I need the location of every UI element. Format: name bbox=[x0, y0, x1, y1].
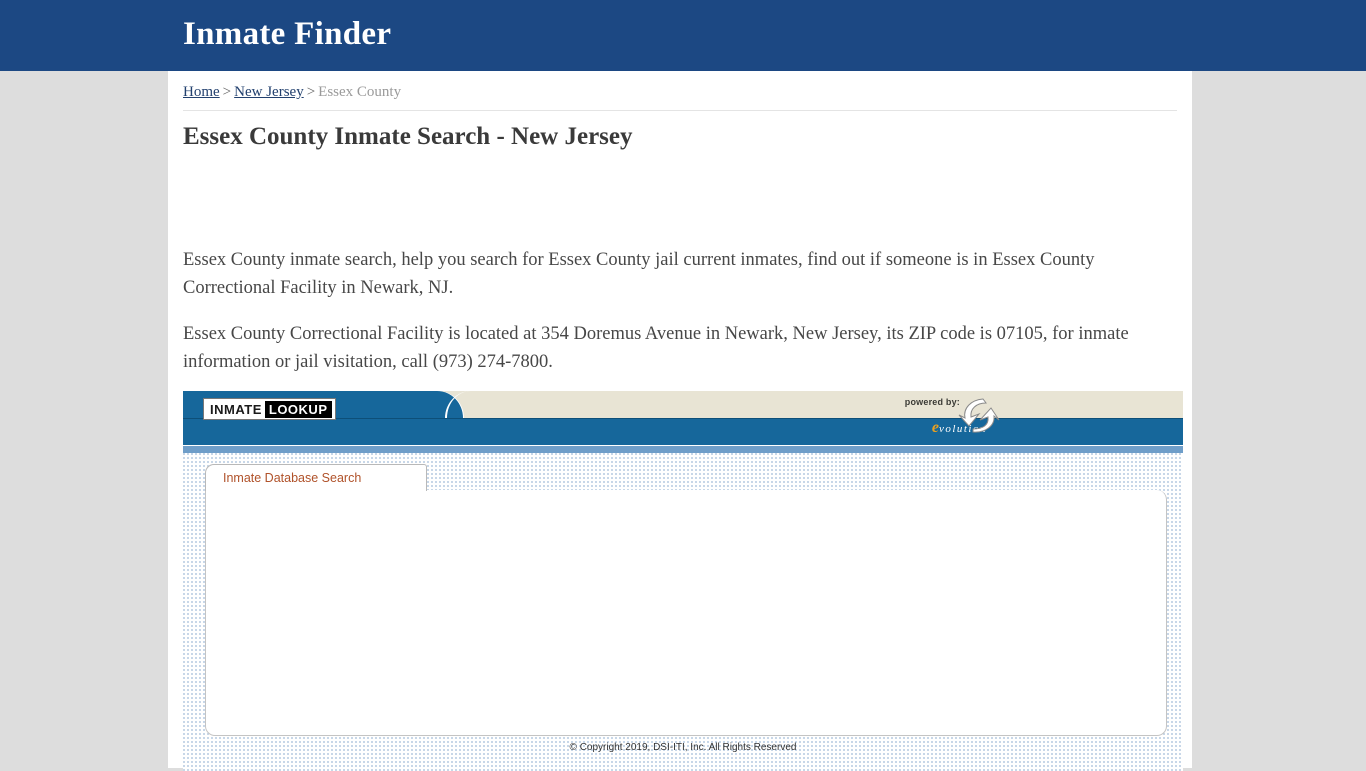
site-header: Inmate Finder bbox=[0, 0, 1366, 71]
breadcrumb-link-home[interactable]: Home bbox=[183, 84, 220, 100]
widget-banner-blue bbox=[183, 418, 1183, 445]
inmate-lookup-widget: powered by: INMATE LOOKUP evolution Inma… bbox=[183, 391, 1183, 771]
breadcrumb-separator-1: > bbox=[223, 84, 231, 100]
logo-word-inmate: INMATE bbox=[207, 402, 265, 417]
breadcrumb-divider bbox=[183, 110, 1177, 111]
breadcrumb-link-new-jersey[interactable]: New Jersey bbox=[234, 84, 304, 100]
intro-paragraph-1: Essex County inmate search, help you sea… bbox=[183, 246, 1158, 302]
search-panel bbox=[205, 490, 1167, 736]
evolution-e-glyph: e bbox=[932, 420, 939, 436]
tab-label: Inmate Database Search bbox=[223, 471, 361, 485]
page-title: Essex County Inmate Search - New Jersey bbox=[183, 123, 633, 151]
intro-paragraph-2: Essex County Correctional Facility is lo… bbox=[183, 320, 1158, 376]
widget-banner-strip bbox=[183, 445, 1183, 453]
breadcrumb-separator-2: > bbox=[307, 84, 315, 100]
content-column: Home>New Jersey>Essex County Essex Count… bbox=[168, 71, 1192, 768]
widget-copyright: © Copyright 2019, DSI-ITI, Inc. All Righ… bbox=[183, 742, 1183, 753]
breadcrumb-current: Essex County bbox=[318, 84, 401, 100]
logo-word-lookup: LOOKUP bbox=[265, 401, 332, 418]
breadcrumb: Home>New Jersey>Essex County bbox=[183, 84, 401, 101]
widget-body: Inmate Database Search Option 1: You can… bbox=[183, 453, 1183, 771]
site-title: Inmate Finder bbox=[183, 16, 391, 53]
evolution-swoosh-icon bbox=[953, 396, 1001, 438]
powered-by-label: powered by: bbox=[905, 397, 960, 407]
inmate-lookup-logo: INMATE LOOKUP bbox=[203, 398, 336, 420]
